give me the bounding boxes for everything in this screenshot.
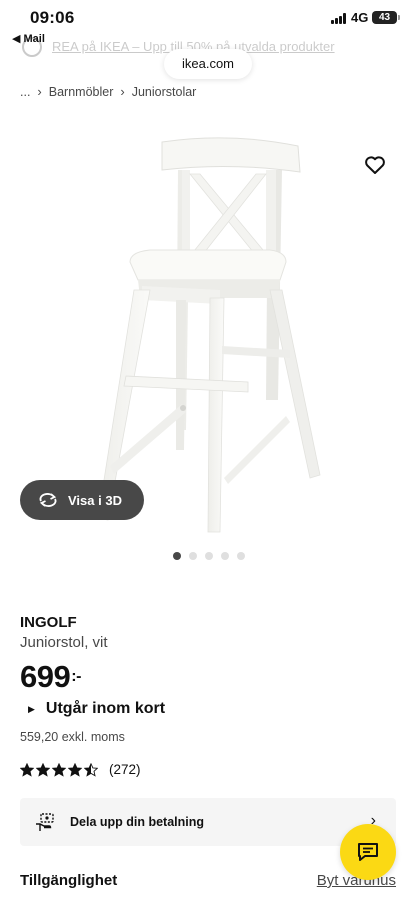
price-excl-vat: 559,20 exkl. moms — [20, 730, 125, 744]
breadcrumb-item-juniorstolar[interactable]: Juniorstolar — [132, 85, 197, 99]
stock-status[interactable]: ▶ Utgår inom kort — [28, 700, 165, 718]
star-icon — [84, 762, 98, 777]
chevron-right-icon: › — [120, 84, 125, 99]
carousel-dot[interactable] — [173, 552, 181, 560]
rotate-3d-icon — [39, 493, 57, 507]
rating-stars — [20, 762, 98, 777]
product-description: Juniorstol, vit — [20, 634, 108, 651]
product-name: INGOLF — [20, 614, 77, 631]
triangle-right-icon: ▶ — [28, 703, 35, 714]
availability-title: Tillgänglighet — [20, 872, 118, 889]
chat-button[interactable] — [340, 824, 396, 880]
image-carousel-dots[interactable] — [0, 552, 416, 560]
carousel-dot[interactable] — [189, 552, 197, 560]
chat-icon — [358, 843, 378, 861]
carousel-dot[interactable] — [205, 552, 213, 560]
view-in-3d-label: Visa i 3D — [68, 492, 122, 508]
split-payment-label: Dela upp din betalning — [70, 815, 205, 829]
battery-icon: 43 — [372, 11, 400, 24]
carousel-dot[interactable] — [237, 552, 245, 560]
view-in-3d-button[interactable]: Visa i 3D — [20, 480, 144, 520]
status-bar: 09:06 4G 43 — [0, 0, 416, 30]
heart-icon[interactable] — [363, 153, 387, 177]
carousel-dot[interactable] — [221, 552, 229, 560]
url-bar[interactable]: ikea.com — [164, 49, 252, 79]
breadcrumb-item-barnmobler[interactable]: Barnmöbler — [49, 85, 114, 99]
chevron-right-icon: › — [37, 84, 42, 99]
split-payment-card[interactable]: Dela upp din betalning › — [20, 798, 396, 846]
product-price: 699:- — [20, 659, 81, 695]
promo-icon — [22, 37, 42, 57]
price-suffix: :- — [71, 668, 81, 685]
clock: 09:06 — [30, 8, 75, 27]
product-image[interactable] — [90, 130, 340, 540]
star-icon — [36, 762, 50, 777]
product-rating[interactable]: (272) — [20, 762, 141, 777]
network-type: 4G — [351, 10, 369, 25]
star-icon — [68, 762, 82, 777]
payment-hand-icon — [36, 813, 54, 831]
star-icon — [20, 762, 34, 777]
signal-icon — [331, 13, 347, 24]
breadcrumb-ellipsis[interactable]: ... — [20, 85, 30, 99]
star-icon — [52, 762, 66, 777]
review-count: (272) — [109, 762, 141, 777]
breadcrumb: ... › Barnmöbler › Juniorstolar — [20, 84, 196, 99]
stock-status-label: Utgår inom kort — [45, 700, 166, 717]
price-value: 699 — [20, 659, 71, 694]
